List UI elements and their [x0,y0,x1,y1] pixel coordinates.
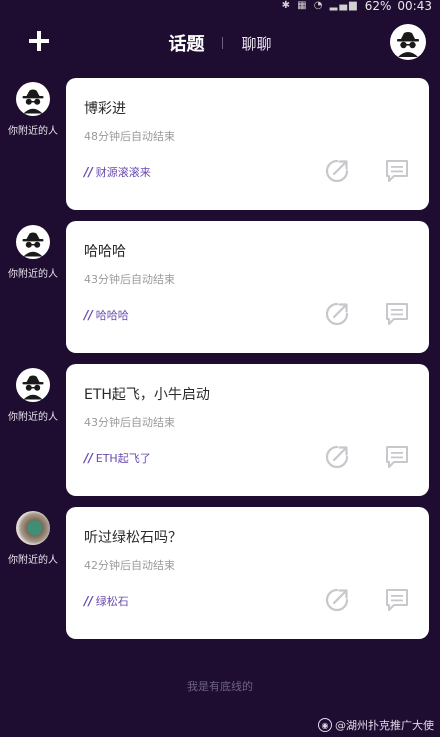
topic-tag[interactable]: // 财源滚滚来 [84,164,151,180]
topic-tag-label: ETH起飞了 [95,452,151,465]
topic-title: 博彩进 [84,101,126,117]
author-avatar [16,225,50,259]
topic-item: 你附近的人 ETH起飞，小牛启动 43分钟后自动结束 // ETH起飞了 [0,364,440,496]
hashtag-slash-icon: // [84,594,93,608]
topic-expiry: 43分钟后自动结束 [84,416,175,429]
incognito-avatar-icon [22,375,44,400]
author-name: 你附近的人 [8,412,58,423]
share-icon [325,159,349,183]
topic-title: 哈哈哈 [84,244,126,260]
topic-tag[interactable]: // ETH起飞了 [84,450,151,466]
author-name: 你附近的人 [8,126,58,137]
tab-chat[interactable]: 聊聊 [235,31,277,56]
topic-expiry: 43分钟后自动结束 [84,273,175,286]
clock: 00:43 [397,0,432,13]
author-avatar [16,368,50,402]
comment-icon [386,303,408,325]
turquoise-photo-avatar [16,511,50,545]
author-info[interactable]: 你附近的人 [0,368,66,423]
topic-card[interactable]: ETH起飞，小牛启动 43分钟后自动结束 // ETH起飞了 [66,364,429,496]
topic-card[interactable]: 听过绿松石吗？ 42分钟后自动结束 // 绿松石 [66,507,429,639]
incognito-avatar-icon [22,232,44,257]
tab-bar: 话题 聊聊 [0,28,440,58]
top-bar: 话题 聊聊 [0,24,440,64]
author-info[interactable]: 你附近的人 [0,511,66,566]
topic-tag-label: 哈哈哈 [95,309,129,322]
comment-icon [386,446,408,468]
incognito-avatar-icon [397,32,419,57]
profile-avatar-button[interactable] [390,24,426,60]
share-button[interactable] [324,444,350,470]
topic-title: 听过绿松石吗？ [84,530,182,546]
weibo-icon: ◉ [318,718,332,732]
topic-tag-label: 财源滚滚来 [95,166,151,179]
topic-card[interactable]: 哈哈哈 43分钟后自动结束 // 哈哈哈 [66,221,429,353]
share-button[interactable] [324,587,350,613]
share-icon [325,588,349,612]
topic-tag-label: 绿松石 [95,595,129,608]
status-bar: ✱ ▦ ◔ ▂▄▆ 62% 00:43 [0,0,440,12]
topic-item: 你附近的人 哈哈哈 43分钟后自动结束 // 哈哈哈 [0,221,440,353]
share-icon [325,302,349,326]
topic-expiry: 42分钟后自动结束 [84,559,175,572]
share-icon [325,445,349,469]
comment-icon [386,589,408,611]
hashtag-slash-icon: // [84,308,93,322]
comment-button[interactable] [384,587,410,613]
end-of-list-text: 我是有底线的 [187,680,253,693]
comment-button[interactable] [384,158,410,184]
incognito-avatar-icon [22,89,44,114]
share-button[interactable] [324,158,350,184]
author-info[interactable]: 你附近的人 [0,225,66,280]
share-button[interactable] [324,301,350,327]
topic-expiry: 48分钟后自动结束 [84,130,175,143]
battery-level: 62% [364,0,392,13]
author-name: 你附近的人 [8,555,58,566]
author-name: 你附近的人 [8,269,58,280]
watermark: ◉ @湖州扑克推广大使 [318,717,434,733]
comment-button[interactable] [384,444,410,470]
topic-item: 你附近的人 博彩进 48分钟后自动结束 // 财源滚滚来 [0,78,440,210]
author-avatar [16,82,50,116]
topic-tag[interactable]: // 绿松石 [84,593,129,609]
hashtag-slash-icon: // [84,451,93,465]
topic-card[interactable]: 博彩进 48分钟后自动结束 // 财源滚滚来 [66,78,429,210]
topic-title: ETH起飞，小牛启动 [84,387,210,403]
comment-icon [386,160,408,182]
hashtag-slash-icon: // [84,165,93,179]
tab-divider [222,37,224,49]
watermark-text: @湖州扑克推广大使 [335,719,434,732]
signal-icons: ✱ ▦ ◔ ▂▄▆ [281,0,359,11]
tab-topics[interactable]: 话题 [162,28,210,58]
topic-item: 你附近的人 听过绿松石吗？ 42分钟后自动结束 // 绿松石 [0,507,440,639]
topic-tag[interactable]: // 哈哈哈 [84,307,129,323]
author-info[interactable]: 你附近的人 [0,82,66,137]
comment-button[interactable] [384,301,410,327]
